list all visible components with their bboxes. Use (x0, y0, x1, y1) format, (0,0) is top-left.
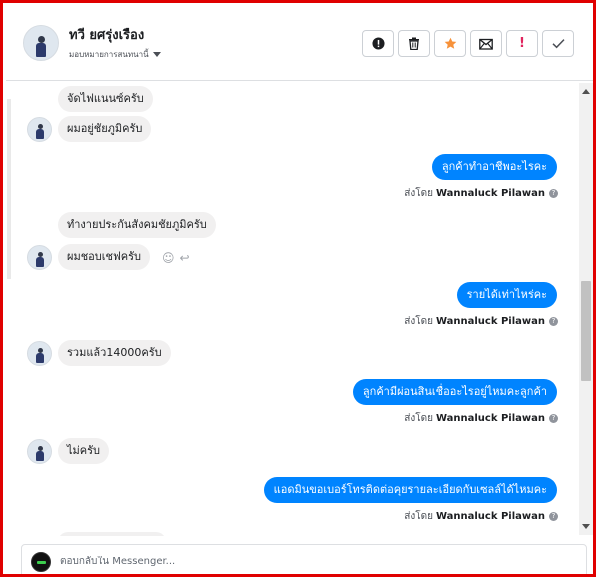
contact-avatar-small[interactable] (27, 439, 52, 464)
message-list[interactable]: จัดไฟแนนซ์ครับ ผมอยู่ชัยภูมิครับ ลูกค้าท… (9, 82, 578, 536)
incoming-message[interactable]: รวมแล้ว14000ครับ (58, 340, 171, 366)
reply-input[interactable] (60, 556, 560, 567)
mark-unread-button[interactable] (470, 30, 502, 57)
alert-circle-icon (371, 37, 385, 50)
page-logo-avatar (31, 552, 51, 572)
caret-down-icon (152, 52, 161, 57)
delete-button[interactable] (398, 30, 430, 57)
message-scrollbar[interactable] (579, 83, 593, 535)
star-button[interactable] (434, 30, 466, 57)
incoming-message[interactable]: จัดไฟแนนซ์ครับ (58, 86, 153, 112)
mark-done-button[interactable] (542, 30, 574, 57)
reply-icon[interactable]: ↩ (180, 251, 190, 265)
question-icon[interactable]: ? (549, 316, 558, 326)
sent-by-prefix: ส่งโดย (404, 316, 433, 327)
sent-by-agent: Wannaluck Pilawan (435, 188, 545, 199)
outgoing-message[interactable]: ลูกค้ามีผ่อนสินเชื่ออะไรอยู่ไหมคะลูกค้า (352, 379, 557, 405)
sent-by-label: ส่งโดย Wannaluck Pilawan? (404, 314, 558, 329)
conversation-header: ทวี ยศรุ่งเรือง มอบหมายการสนทนานี้ ! (6, 6, 593, 81)
trash-icon (409, 37, 419, 50)
incoming-message[interactable]: ผมอยู่ชัยภูมิครับ (58, 116, 152, 142)
sent-by-label: ส่งโดย Wannaluck Pilawan? (404, 509, 558, 524)
window-frame: ทวี ยศรุ่งเรือง มอบหมายการสนทนานี้ ! จัด… (0, 0, 596, 577)
incoming-message[interactable]: ผมชอบเชฟครับ (58, 244, 151, 270)
contact-avatar-small[interactable] (27, 117, 52, 142)
assign-label: มอบหมายการสนทนานี้ (69, 50, 149, 59)
sent-by-agent: Wannaluck Pilawan (435, 316, 545, 327)
star-icon (444, 37, 456, 49)
outgoing-message[interactable]: รายได้เท่าไหร่คะ (456, 282, 557, 308)
contact-avatar-small[interactable] (27, 341, 52, 366)
exclamation-icon: ! (519, 36, 525, 51)
question-icon[interactable]: ? (549, 188, 558, 198)
follow-up-button[interactable]: ! (506, 30, 538, 57)
question-icon[interactable]: ? (549, 511, 558, 521)
contact-avatar[interactable] (23, 25, 59, 61)
contact-avatar-small[interactable] (27, 245, 52, 270)
incoming-message[interactable]: ไม่ครับ (58, 438, 110, 464)
scroll-down-arrow-icon[interactable] (582, 524, 590, 529)
incoming-message[interactable]: ทำงายประกันสังคมชัยภูมิครับ (58, 212, 216, 238)
sent-by-prefix: ส่งโดย (404, 413, 433, 424)
outgoing-message[interactable]: ลูกค้าทำอาชีพอะไรคะ (431, 154, 557, 180)
check-icon (551, 39, 565, 49)
conversation-toolbar: ! (362, 30, 574, 57)
scroll-up-arrow-icon[interactable] (582, 89, 590, 94)
sent-by-label: ส่งโดย Wannaluck Pilawan? (404, 411, 558, 426)
mark-spam-button[interactable] (362, 30, 394, 57)
outgoing-message[interactable]: แอดมินขอเบอร์โทรติดต่อคุยรายละเอียดกับเซ… (263, 477, 557, 503)
message-actions: ☺ ↩ (162, 251, 195, 265)
sent-by-agent: Wannaluck Pilawan (435, 511, 545, 522)
sent-by-agent: Wannaluck Pilawan (435, 413, 545, 424)
sent-by-prefix: ส่งโดย (404, 188, 433, 199)
sent-by-prefix: ส่งโดย (404, 511, 433, 522)
question-icon[interactable]: ? (549, 413, 558, 423)
react-icon[interactable]: ☺ (162, 251, 175, 265)
reply-composer (21, 544, 587, 574)
assign-conversation-dropdown[interactable]: มอบหมายการสนทนานี้ (69, 48, 161, 61)
scrollbar-thumb[interactable] (581, 281, 591, 381)
envelope-icon (479, 38, 493, 50)
contact-name[interactable]: ทวี ยศรุ่งเรือง (69, 24, 144, 45)
incoming-message-partial (58, 532, 166, 536)
sent-by-label: ส่งโดย Wannaluck Pilawan? (404, 186, 558, 201)
